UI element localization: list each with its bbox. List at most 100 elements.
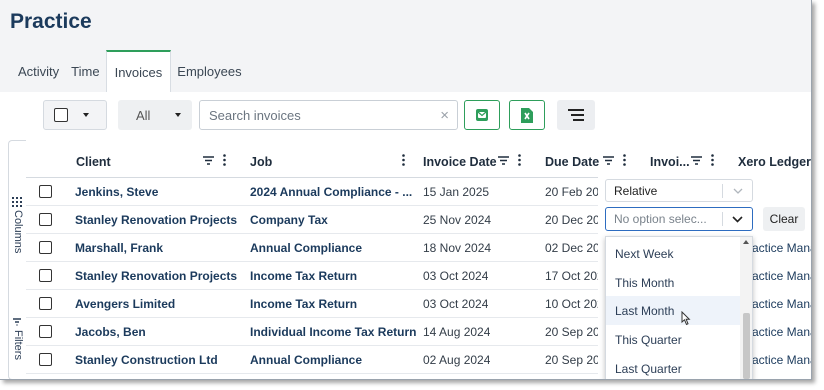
client-cell[interactable]: Stanley Renovation Projects: [75, 262, 237, 289]
date-option-select[interactable]: No option selec...: [605, 207, 753, 231]
clear-filter-button[interactable]: Clear: [763, 207, 805, 231]
due-date-cell: 20 Sep 2024: [545, 324, 605, 339]
xero-ledger-cell: actice Mana: [752, 269, 812, 283]
mouse-cursor-icon: [681, 311, 691, 326]
filter-icon[interactable]: [203, 155, 214, 165]
filters-panel-toggle[interactable]: Filters: [9, 311, 27, 371]
tab-bar: Activity Time Invoices Employees: [0, 50, 248, 92]
due-date-cell: 20 Dec 2024: [545, 212, 605, 227]
job-cell[interactable]: Annual Compliance: [250, 346, 362, 373]
select-all-dropdown[interactable]: [43, 100, 107, 130]
filter-icon[interactable]: [498, 155, 509, 165]
column-header-client[interactable]: Client: [76, 146, 111, 177]
kebab-menu-icon[interactable]: [223, 154, 226, 166]
invoice-date-cell: 18 Nov 2024: [423, 240, 492, 255]
option-this-quarter[interactable]: This Quarter: [606, 325, 740, 354]
export-excel-button[interactable]: [509, 100, 545, 130]
due-date-cell: 20 Feb 2025: [545, 184, 605, 199]
job-cell[interactable]: Income Tax Return: [250, 262, 357, 289]
xero-ledger-cell: actice Mana: [752, 353, 812, 367]
row-checkbox[interactable]: [39, 185, 52, 198]
client-cell[interactable]: Jacobs, Ben: [75, 318, 146, 345]
date-mode-value: Relative: [614, 183, 658, 198]
envelope-icon: [476, 109, 488, 121]
scroll-up-arrow-icon[interactable]: [743, 240, 749, 244]
page-title: Practice: [10, 10, 92, 33]
client-cell[interactable]: Avengers Limited: [75, 290, 175, 317]
date-mode-select[interactable]: Relative: [605, 179, 753, 202]
status-filter-dropdown[interactable]: All: [118, 100, 192, 130]
client-cell[interactable]: Jenkins, Steve: [75, 178, 158, 205]
invoice-date-cell: 03 Oct 2024: [423, 268, 489, 283]
filter-icon: [13, 318, 21, 326]
chevron-down-icon: [175, 113, 182, 117]
tab-time[interactable]: Time: [65, 50, 105, 92]
search-placeholder: Search invoices: [209, 107, 301, 123]
invoice-date-cell: 25 Nov 2024: [423, 212, 492, 227]
email-invoices-button[interactable]: [464, 100, 500, 130]
invoice-date-cell: 15 Jan 2025: [423, 184, 490, 199]
invoice-date-cell: 02 Aug 2024: [423, 352, 491, 367]
column-header-job[interactable]: Job: [250, 146, 272, 177]
columns-panel-toggle[interactable]: Columns: [9, 191, 27, 261]
filters-label: Filters: [12, 330, 24, 360]
job-cell[interactable]: 2024 Annual Compliance - ...: [250, 178, 412, 205]
row-checkbox[interactable]: [39, 241, 52, 254]
chevron-down-icon: [83, 113, 89, 117]
kebab-menu-icon[interactable]: [402, 154, 405, 166]
tab-employees[interactable]: Employees: [171, 50, 247, 92]
xero-ledger-cell: actice Mana: [752, 297, 812, 311]
invoice-date-cell: 14 Aug 2024: [423, 324, 491, 339]
job-cell[interactable]: Annual Compliance: [250, 234, 362, 261]
option-last-month[interactable]: Last Month: [606, 296, 740, 325]
kebab-menu-icon[interactable]: [623, 154, 626, 166]
dropdown-scrollbar[interactable]: [740, 237, 752, 379]
filter-icon[interactable]: [603, 155, 614, 165]
due-date-cell: 20 Sep 2024: [545, 352, 605, 367]
select-all-checkbox[interactable]: [54, 108, 68, 122]
scrollbar-thumb[interactable]: [743, 313, 750, 379]
column-header-due-date[interactable]: Due Date: [545, 146, 599, 177]
status-filter-value: All: [136, 107, 151, 123]
client-cell[interactable]: Marshall, Frank: [75, 234, 163, 261]
chevron-down-icon: [733, 188, 743, 194]
client-cell[interactable]: Stanley Construction Ltd: [75, 346, 218, 373]
due-date-cell: 02 Dec 2024: [545, 240, 605, 255]
xero-ledger-cell: actice Mana: [752, 325, 812, 339]
row-checkbox[interactable]: [39, 353, 52, 366]
job-cell[interactable]: Income Tax Return: [250, 290, 357, 317]
side-panel-tabs: Columns Filters: [8, 140, 27, 379]
page-header: Practice Activity Time Invoices Employee…: [0, 0, 811, 92]
app-window: Practice Activity Time Invoices Employee…: [0, 0, 812, 380]
menu-lines-icon: [568, 109, 584, 121]
xero-ledger-cell: actice Mana: [752, 241, 812, 255]
kebab-menu-icon[interactable]: [518, 154, 521, 166]
due-date-cell: 17 Oct 2024: [545, 268, 605, 283]
tab-invoices[interactable]: Invoices: [105, 50, 172, 92]
row-checkbox[interactable]: [39, 325, 52, 338]
option-next-week[interactable]: Next Week: [606, 239, 740, 268]
row-checkbox[interactable]: [39, 269, 52, 282]
tab-activity[interactable]: Activity: [0, 50, 65, 92]
options-menu-button[interactable]: [557, 100, 595, 130]
row-checkbox[interactable]: [39, 297, 52, 310]
columns-icon: [12, 197, 22, 207]
option-last-quarter[interactable]: Last Quarter: [606, 354, 740, 379]
excel-file-icon: [521, 107, 533, 123]
date-option-list[interactable]: Next Week This Month Last Month This Qua…: [605, 236, 753, 379]
columns-label: Columns: [12, 210, 24, 254]
client-cell[interactable]: Stanley Renovation Projects: [75, 206, 237, 233]
job-cell[interactable]: Company Tax: [250, 206, 328, 233]
kebab-menu-icon[interactable]: [711, 154, 714, 166]
option-this-month[interactable]: This Month: [606, 268, 740, 297]
invoice-date-cell: 03 Oct 2024: [423, 296, 489, 311]
due-date-cell: 10 Oct 2024: [545, 296, 605, 311]
chevron-down-icon: [732, 216, 743, 223]
job-cell[interactable]: Individual Income Tax Return: [250, 318, 416, 345]
column-header-invoice-date[interactable]: Invoice Date: [423, 146, 497, 177]
search-invoices-input[interactable]: Search invoices ×: [199, 100, 458, 130]
filter-icon[interactable]: [691, 155, 702, 165]
clear-search-icon[interactable]: ×: [440, 107, 457, 124]
row-checkbox[interactable]: [39, 213, 52, 226]
date-option-placeholder: No option selec...: [614, 212, 707, 226]
